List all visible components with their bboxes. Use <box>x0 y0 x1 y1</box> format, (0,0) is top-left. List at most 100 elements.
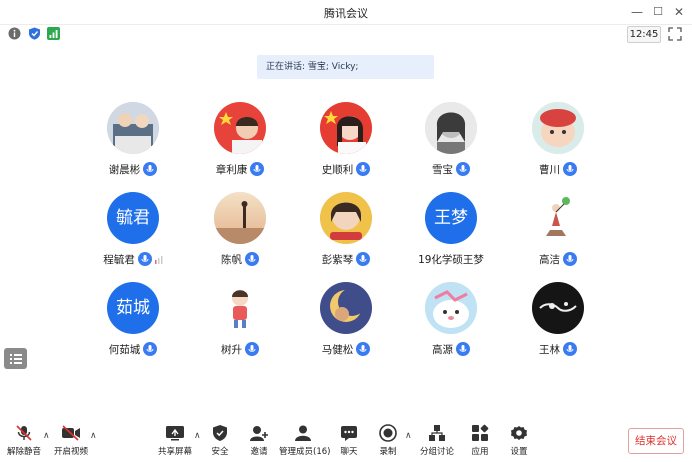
participant-name: 曹川 <box>539 163 560 176</box>
avatar: 茹城 <box>107 282 159 334</box>
participant-name: 19化学硕王梦 <box>418 253 484 266</box>
mic-icon <box>563 342 577 356</box>
participant-name: 马健松 <box>321 343 354 356</box>
breakout-icon <box>429 425 445 441</box>
avatar <box>532 192 584 244</box>
share-options-caret[interactable]: ∧ <box>194 431 201 441</box>
participant-name: 王林 <box>539 343 560 356</box>
mic-icon <box>456 342 470 356</box>
participant-tile[interactable]: 史顺利 <box>296 102 396 184</box>
end-meeting-button[interactable]: 结束会议 <box>628 428 684 454</box>
participant-name: 高洁 <box>539 253 560 266</box>
mic-icon <box>563 252 577 266</box>
participant-tile[interactable]: 高洁 <box>508 192 608 274</box>
avatar: 毓君 <box>107 192 159 244</box>
list-icon <box>10 354 22 364</box>
volume-level-icon <box>154 255 163 264</box>
avatar <box>320 282 372 334</box>
mic-icon <box>143 342 158 356</box>
record-button[interactable]: 录制 <box>373 423 403 457</box>
participant-name: 彭紫琴 <box>321 253 354 266</box>
avatar <box>214 282 266 334</box>
mic-icon <box>356 252 371 266</box>
mic-icon <box>143 162 158 176</box>
avatar: 王梦 <box>425 192 477 244</box>
window-title: 腾讯会议 <box>324 7 368 20</box>
participant-name: 陈帆 <box>221 253 242 266</box>
share-screen-button[interactable]: 共享屏幕 <box>156 423 194 457</box>
participant-tile[interactable]: 马健松 <box>296 282 396 364</box>
participant-name: 雪宝 <box>432 163 453 176</box>
invite-icon <box>250 426 268 441</box>
title-bar: 腾讯会议 — ☐ ✕ <box>0 0 692 25</box>
participant-name: 高源 <box>432 343 453 356</box>
participant-tile[interactable]: 王梦 19化学硕王梦 <box>401 192 501 274</box>
participant-name: 谢晨彬 <box>108 163 141 176</box>
manage-members-button[interactable]: 管理成员(16) <box>279 423 330 457</box>
mic-muted-icon <box>16 425 32 441</box>
participant-tile[interactable]: 王林 <box>508 282 608 364</box>
avatar <box>320 192 372 244</box>
participant-tile[interactable]: 高源 <box>401 282 501 364</box>
participant-tile[interactable]: 毓君 程毓君 <box>83 192 183 274</box>
participant-tile[interactable]: 陈帆 <box>190 192 290 274</box>
info-icon[interactable] <box>8 27 21 40</box>
unmute-button[interactable]: 解除静音 <box>4 423 44 457</box>
avatar <box>532 282 584 334</box>
participant-tile[interactable]: 雪宝 <box>401 102 501 184</box>
mic-icon <box>245 252 259 266</box>
mic-icon <box>356 342 371 356</box>
chat-icon <box>341 426 357 441</box>
close-button[interactable]: ✕ <box>670 3 688 21</box>
unmute-options-caret[interactable]: ∧ <box>43 431 50 441</box>
mic-icon <box>563 162 577 176</box>
participant-name: 章利康 <box>215 163 248 176</box>
speaking-banner: 正在讲话: 雪宝; Vicky; <box>257 55 434 79</box>
breakout-rooms-button[interactable]: 分组讨论 <box>418 423 456 457</box>
participant-tile[interactable]: 彭紫琴 <box>296 192 396 274</box>
mic-icon <box>456 162 470 176</box>
record-icon <box>379 424 397 442</box>
video-options-caret[interactable]: ∧ <box>90 431 97 441</box>
participant-tile[interactable]: 谢晨彬 <box>83 102 183 184</box>
shield-icon[interactable] <box>28 27 41 40</box>
participant-name: 程毓君 <box>103 253 135 266</box>
avatar <box>320 102 372 154</box>
participant-name: 史顺利 <box>321 163 354 176</box>
security-button[interactable]: 安全 <box>205 423 235 457</box>
mic-icon <box>356 162 371 176</box>
chat-button[interactable]: 聊天 <box>334 423 364 457</box>
participant-name: 树升 <box>221 343 242 356</box>
participant-name: 何茹城 <box>108 343 141 356</box>
record-options-caret[interactable]: ∧ <box>405 431 412 441</box>
start-video-button[interactable]: 开启视频 <box>51 423 91 457</box>
maximize-button[interactable]: ☐ <box>649 3 667 21</box>
invite-button[interactable]: 邀请 <box>244 423 274 457</box>
avatar <box>532 102 584 154</box>
apps-button[interactable]: 应用 <box>465 423 495 457</box>
status-bar <box>0 24 692 44</box>
avatar <box>214 192 266 244</box>
avatar <box>425 102 477 154</box>
participant-tile[interactable]: 章利康 <box>190 102 290 184</box>
participant-tile[interactable]: 树升 <box>190 282 290 364</box>
members-icon <box>295 425 311 441</box>
participant-tile[interactable]: 茹城 何茹城 <box>83 282 183 364</box>
avatar <box>107 102 159 154</box>
fullscreen-icon[interactable] <box>668 27 682 41</box>
member-list-toggle-button[interactable] <box>4 348 27 369</box>
mic-icon <box>137 252 152 266</box>
meeting-clock: 12:45 <box>627 26 661 43</box>
apps-icon <box>472 424 489 441</box>
video-off-icon <box>62 425 80 441</box>
participant-tile[interactable]: 曹川 <box>508 102 608 184</box>
mic-icon <box>245 342 259 356</box>
security-shield-icon <box>213 425 227 441</box>
mic-icon <box>250 162 265 176</box>
signal-icon[interactable] <box>47 27 60 40</box>
settings-button[interactable]: 设置 <box>504 423 534 457</box>
avatar <box>425 282 477 334</box>
avatar <box>214 102 266 154</box>
minimize-button[interactable]: — <box>628 3 646 21</box>
gear-icon <box>511 426 527 440</box>
